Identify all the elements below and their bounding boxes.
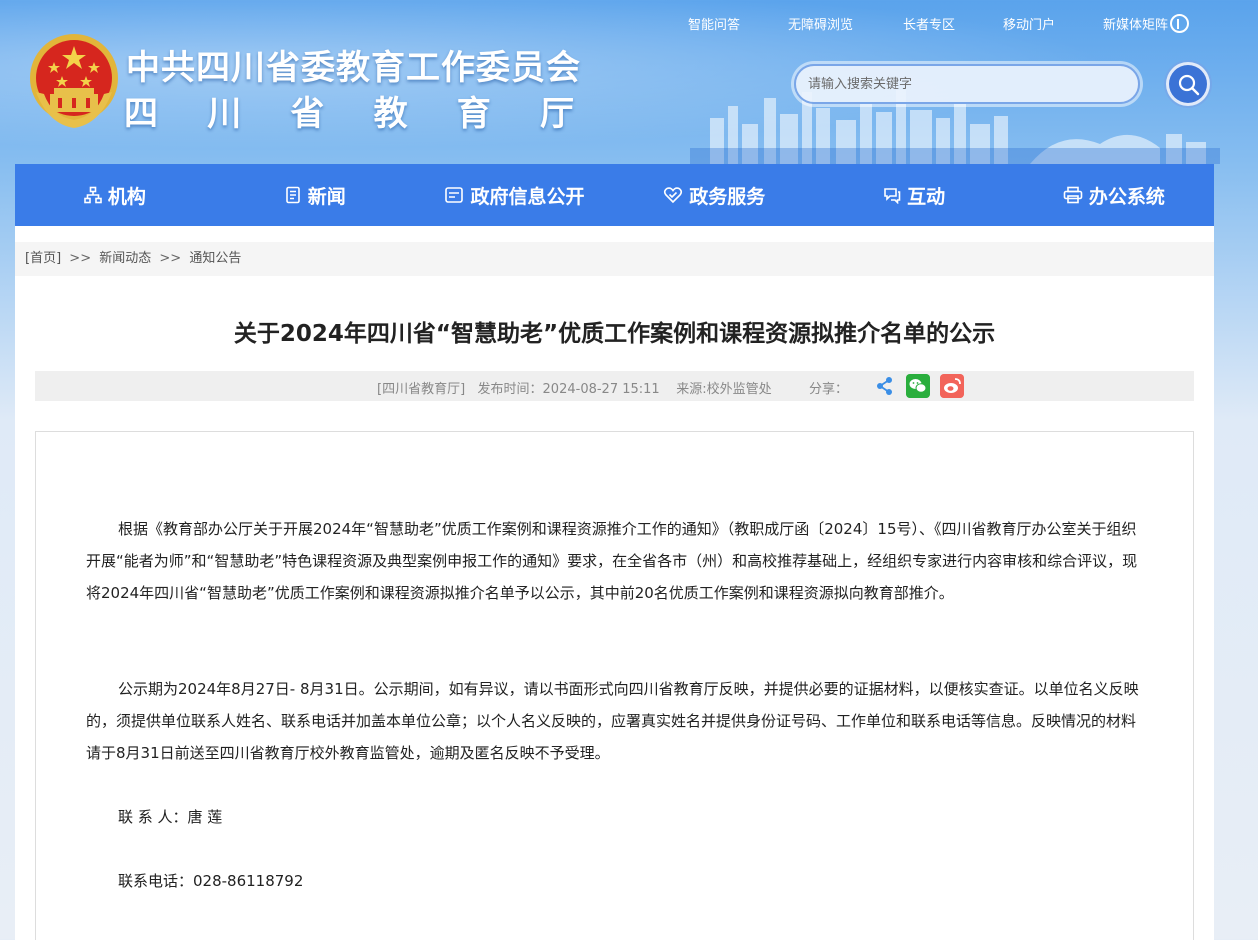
link-accessibility[interactable]: 无障碍浏览	[788, 14, 903, 35]
title-char: 省	[290, 94, 325, 134]
main-nav: 机构 新闻 政府信息公开 政务服务 互动 办公系统	[15, 164, 1214, 226]
nav-item-news[interactable]: 新闻	[215, 164, 415, 226]
link-smart-qa[interactable]: 智能问答	[688, 14, 788, 35]
article-meta: [四川省教育厅] 发布时间：2024-08-27 15:11 来源:校外监管处	[377, 382, 772, 397]
title-char: 川	[207, 94, 242, 134]
printer-icon	[1063, 186, 1083, 204]
wechat-share-icon[interactable]	[906, 374, 930, 398]
article-body: 根据《教育部办公厅关于开展2024年“智慧助老”优质工作案例和课程资源推介工作的…	[35, 431, 1194, 940]
link-mobile-portal[interactable]: 移动门户	[1003, 14, 1103, 35]
article-meta-bar: [四川省教育厅] 发布时间：2024-08-27 15:11 来源:校外监管处 …	[35, 371, 1194, 401]
link-elderly-zone[interactable]: 长者专区	[903, 14, 1003, 35]
contact-person: 联 系 人：唐 莲	[118, 808, 223, 826]
search-icon	[1178, 74, 1200, 96]
site-title-line2[interactable]: 四 川 省 教 育 厅	[124, 86, 574, 135]
article-paragraph: 根据《教育部办公厅关于开展2024年“智慧助老”优质工作案例和课程资源推介工作的…	[86, 520, 1138, 602]
breadcrumb-notices[interactable]: 通知公告	[189, 251, 241, 266]
title-char: 育	[456, 94, 491, 134]
nav-item-interaction[interactable]: 互动	[814, 164, 1014, 226]
search-box	[794, 64, 1140, 104]
nav-item-label: 互动	[907, 185, 946, 208]
nav-item-gov-service[interactable]: 政务服务	[614, 164, 814, 226]
search-button[interactable]	[1166, 62, 1210, 106]
search-input[interactable]	[808, 66, 1128, 102]
breadcrumb: [首页] >> 新闻动态 >> 通知公告	[15, 242, 1214, 276]
breadcrumb-separator: >>	[159, 251, 182, 266]
share-label: 分享：	[809, 382, 849, 397]
article-title: 关于2024年四川省“智慧助老”优质工作案例和课程资源拟推介名单的公示	[233, 321, 996, 347]
nav-item-label: 新闻	[307, 185, 346, 208]
nav-item-gov-info[interactable]: 政府信息公开	[415, 164, 615, 226]
nav-item-label: 政务服务	[689, 185, 766, 208]
title-char: 厅	[539, 94, 574, 134]
info-open-icon	[445, 187, 464, 203]
breadcrumb-home[interactable]: [首页]	[25, 251, 61, 266]
new-media-icon	[1170, 14, 1190, 33]
nav-item-organization[interactable]: 机构	[15, 164, 215, 226]
title-char: 教	[373, 94, 408, 134]
nav-item-office-system[interactable]: 办公系统	[1014, 164, 1214, 226]
chat-icon	[884, 188, 901, 204]
site-title-line1[interactable]: 中共四川省委教育工作委员会	[126, 40, 581, 89]
nav-item-label: 政府信息公开	[470, 185, 585, 208]
weibo-share-icon[interactable]	[940, 374, 964, 398]
title-char: 四	[124, 94, 158, 134]
article-paragraph: 公示期为2024年8月27日- 8月31日。公示期间，如有异议，请以书面形式向四…	[86, 680, 1139, 762]
content-card: [首页] >> 新闻动态 >> 通知公告 关于2024年四川省“智慧助老”优质工…	[15, 226, 1214, 940]
nav-item-label: 机构	[107, 185, 146, 208]
national-emblem-icon[interactable]	[28, 32, 120, 130]
share-icon[interactable]	[873, 374, 897, 398]
breadcrumb-separator: >>	[69, 251, 92, 266]
new-media-label: 新媒体矩阵	[1103, 18, 1169, 33]
org-chart-icon	[84, 186, 102, 204]
contact-phone: 联系电话：028-86118792	[118, 872, 304, 890]
top-utility-links: 智能问答 无障碍浏览 长者专区 移动门户 新媒体矩阵	[688, 14, 1203, 35]
link-new-media[interactable]: 新媒体矩阵	[1103, 14, 1203, 35]
news-icon	[285, 186, 300, 204]
breadcrumb-news[interactable]: 新闻动态	[99, 251, 151, 266]
site-header: 中共四川省委教育工作委员会 四 川 省 教 育 厅 智能问答 无障碍浏览 长者专…	[0, 0, 1258, 164]
heart-service-icon	[664, 187, 683, 204]
nav-item-label: 办公系统	[1088, 185, 1165, 208]
